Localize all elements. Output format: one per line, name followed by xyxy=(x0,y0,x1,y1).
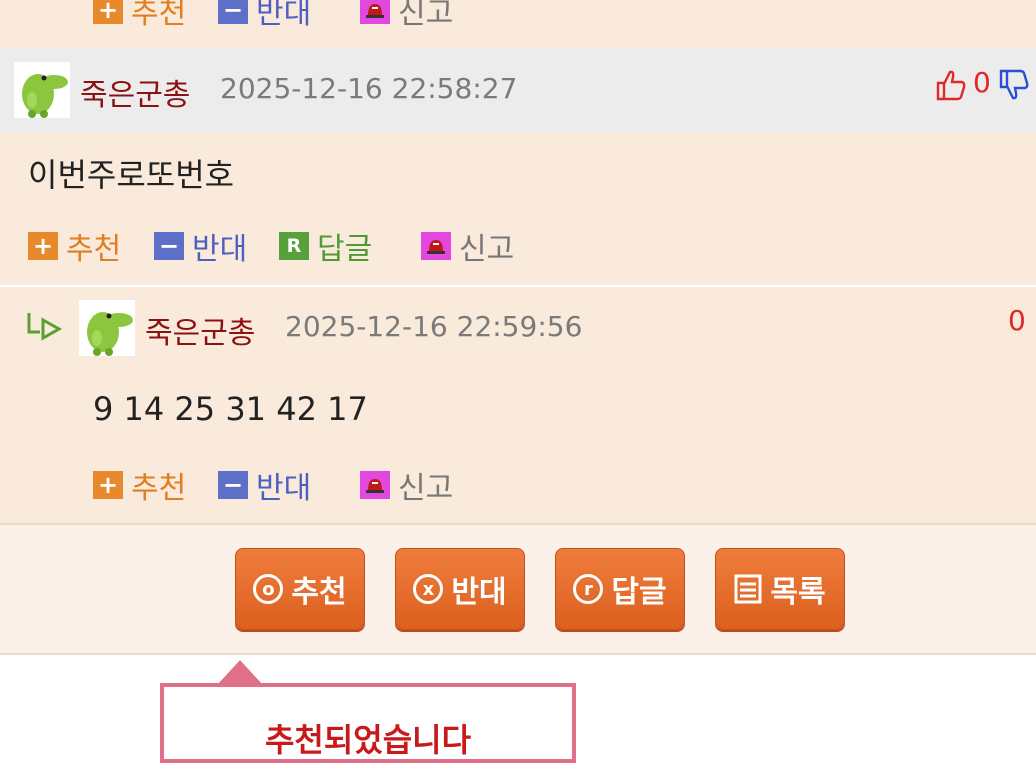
prev-recommend-action[interactable]: + 추천 xyxy=(93,0,186,32)
list-button[interactable]: 목록 xyxy=(715,548,845,630)
circle-x-icon: x xyxy=(413,574,444,604)
reply-text: 9 14 25 31 42 17 xyxy=(93,390,368,428)
comment-reply-action[interactable]: R 답글 xyxy=(279,224,372,268)
reply-oppose-action[interactable]: − 반대 xyxy=(218,463,311,507)
report-label: 신고 xyxy=(459,232,515,267)
reply-recommend-action[interactable]: + 추천 xyxy=(93,463,186,507)
minus-icon: − xyxy=(218,0,248,24)
circle-o-icon: o xyxy=(253,574,284,604)
reply-button-label: 답글 xyxy=(611,575,667,610)
reply-label: 답글 xyxy=(317,232,373,267)
plus-icon: + xyxy=(93,0,123,24)
oppose-label: 반대 xyxy=(256,471,312,506)
tooltip-text: 추천되었습니다 xyxy=(264,721,472,759)
prev-report-action[interactable]: 신고 xyxy=(360,0,453,32)
alarm-icon xyxy=(421,232,451,260)
comment-text: 이번주로또번호 xyxy=(28,156,235,194)
reply-count: 0 xyxy=(1008,304,1026,337)
reply-report-action[interactable]: 신고 xyxy=(360,463,453,507)
reply-nickname[interactable]: 죽은군총 xyxy=(145,308,255,352)
avatar xyxy=(14,62,70,118)
comment-nickname[interactable]: 죽은군총 xyxy=(80,70,190,114)
plus-icon: + xyxy=(28,232,58,260)
list-button-label: 목록 xyxy=(770,575,826,610)
oppose-label: 반대 xyxy=(256,0,312,31)
comment-report-action[interactable]: 신고 xyxy=(421,224,514,268)
reply-timestamp: 2025-12-16 22:59:56 xyxy=(285,310,583,343)
recommend-label: 추천 xyxy=(66,232,122,267)
thumbs-up-icon xyxy=(936,70,966,101)
thumbs-down-icon xyxy=(999,69,1029,100)
recommend-button[interactable]: o 추천 xyxy=(235,548,365,630)
dislike-button[interactable] xyxy=(998,68,1030,102)
recommend-button-label: 추천 xyxy=(291,575,347,610)
comment-oppose-action[interactable]: − 반대 xyxy=(154,224,247,268)
reply-r-icon: R xyxy=(279,232,309,260)
minus-icon: − xyxy=(218,471,248,499)
avatar xyxy=(79,300,135,356)
like-count: 0 xyxy=(973,66,991,99)
recommend-tooltip: 추천되었습니다 xyxy=(160,683,576,763)
alarm-icon xyxy=(360,0,390,24)
oppose-button-label: 반대 xyxy=(451,575,507,610)
comment-recommend-action[interactable]: + 추천 xyxy=(28,224,121,268)
report-label: 신고 xyxy=(398,471,454,506)
recommend-label: 추천 xyxy=(131,471,187,506)
dino-avatar-icon xyxy=(87,312,133,356)
prev-oppose-action[interactable]: − 반대 xyxy=(218,0,311,32)
comment-timestamp: 2025-12-16 22:58:27 xyxy=(220,72,518,105)
tooltip-arrow xyxy=(218,660,262,684)
list-icon xyxy=(734,574,762,604)
report-label: 신고 xyxy=(398,0,454,31)
dino-avatar-icon xyxy=(22,74,68,118)
plus-icon: + xyxy=(93,471,123,499)
minus-icon: − xyxy=(154,232,184,260)
reply-arrow-icon xyxy=(26,310,66,346)
oppose-label: 반대 xyxy=(192,232,248,267)
circle-r-icon: r xyxy=(573,574,604,604)
alarm-icon xyxy=(360,471,390,499)
reply-button[interactable]: r 답글 xyxy=(555,548,685,630)
recommend-label: 추천 xyxy=(131,0,187,31)
like-button[interactable] xyxy=(935,68,967,102)
oppose-button[interactable]: x 반대 xyxy=(395,548,525,630)
